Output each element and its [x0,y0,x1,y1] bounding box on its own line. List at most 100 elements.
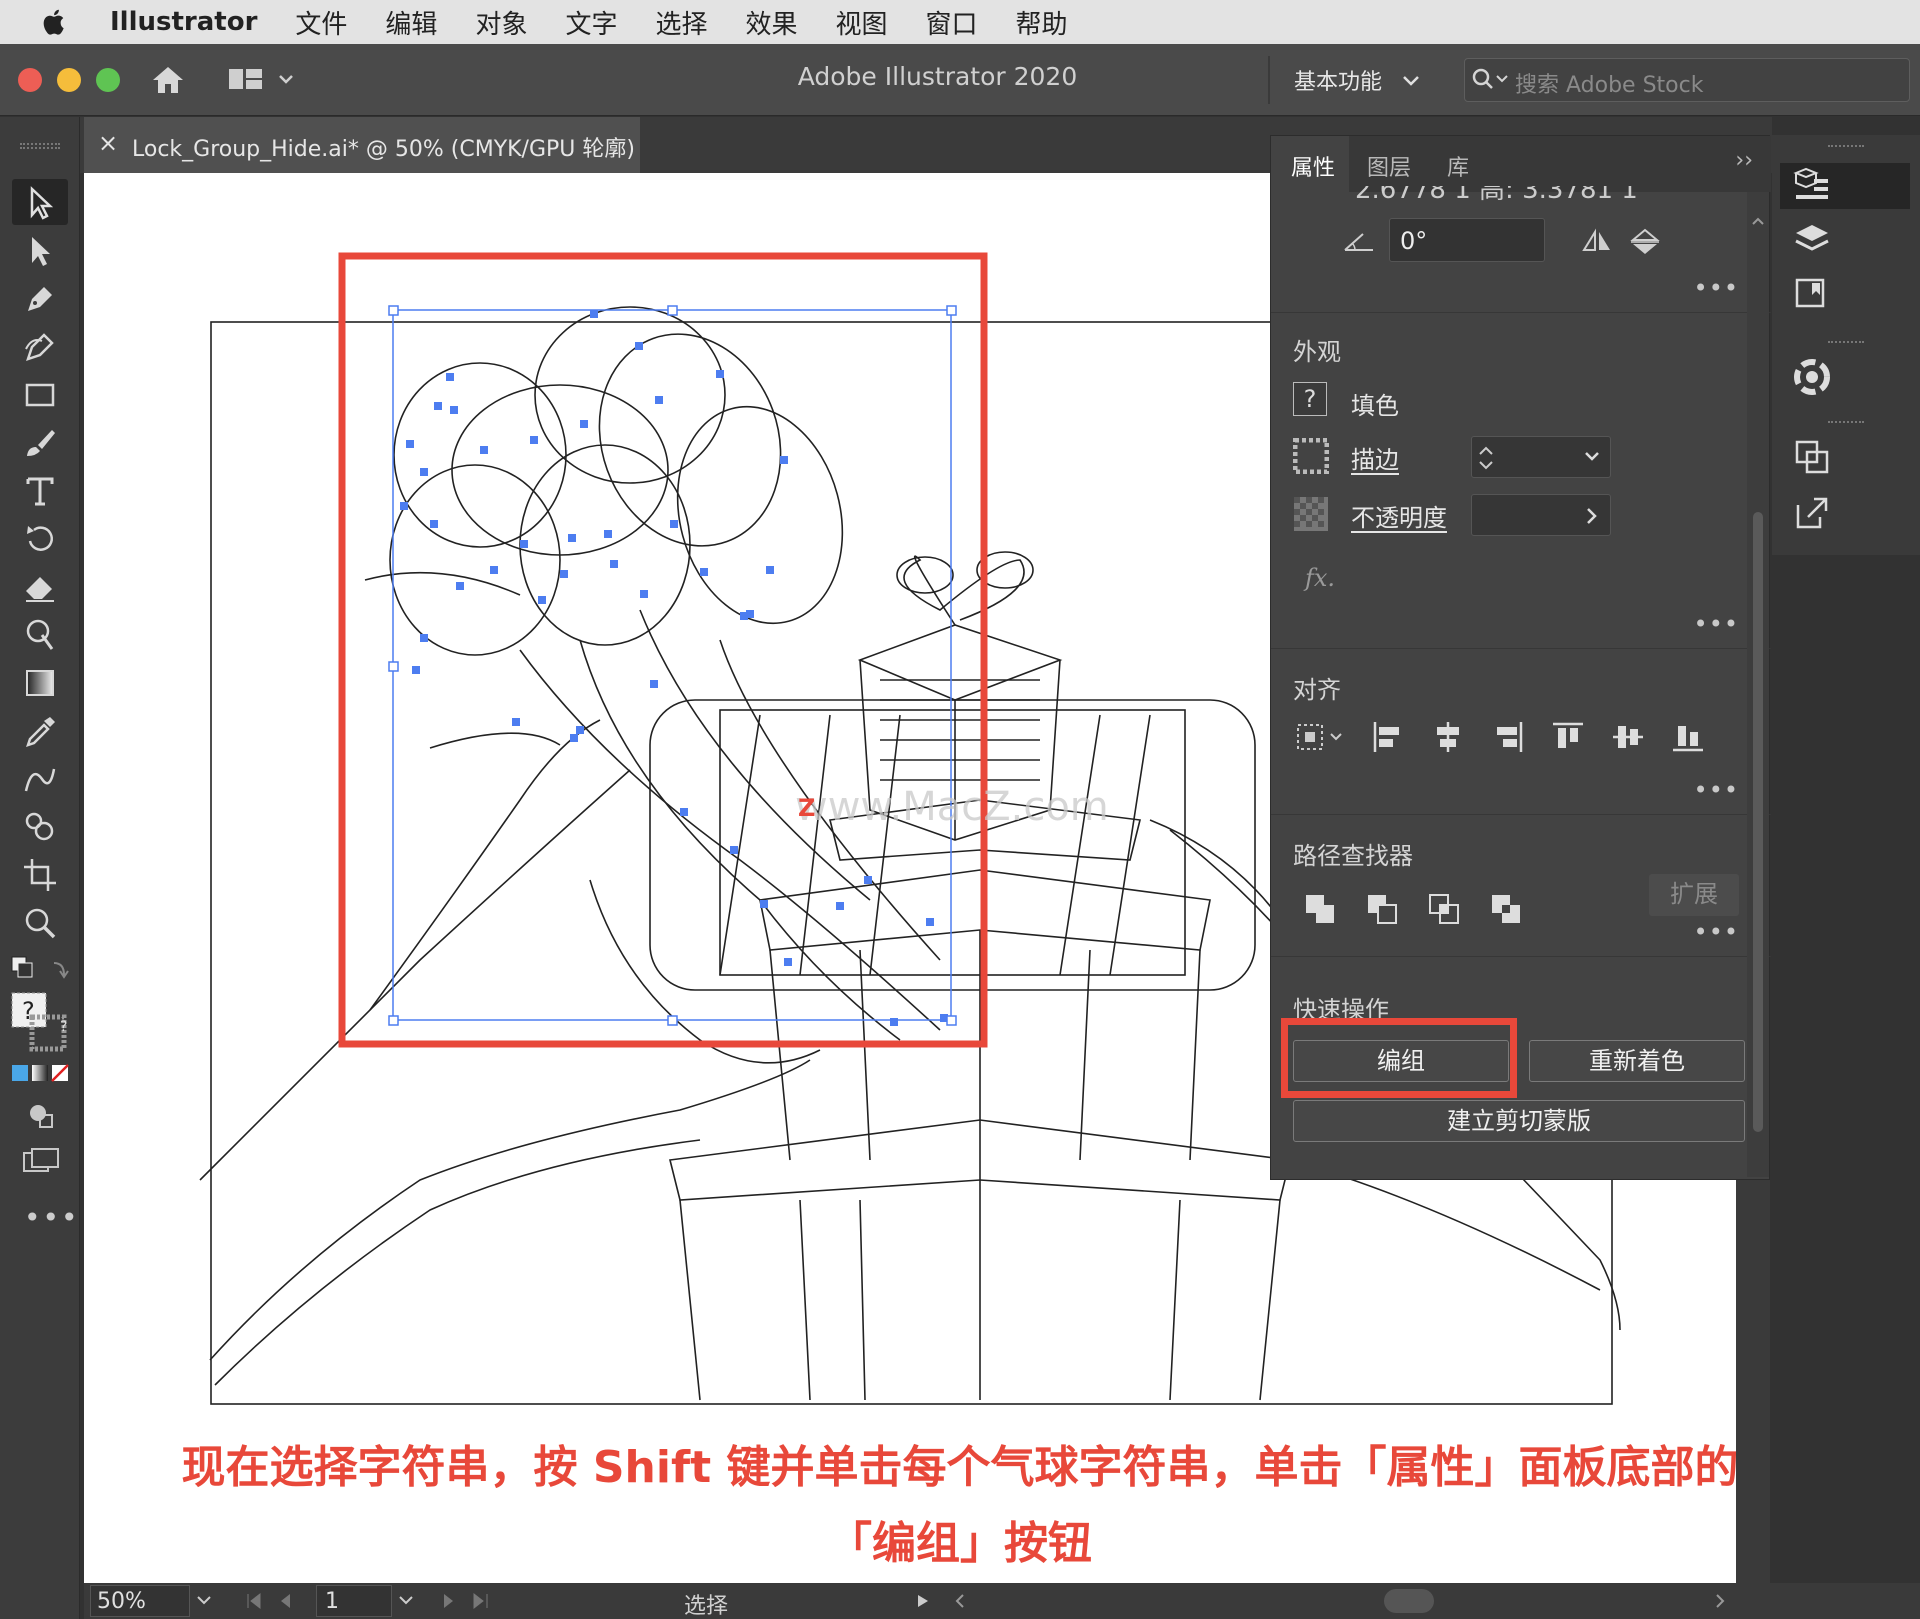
appearance-more-options[interactable]: ••• [1694,610,1739,638]
align-vertical-center-icon[interactable] [1611,720,1645,754]
chevron-down-icon[interactable] [1584,451,1600,463]
opacity-field[interactable] [1471,494,1611,536]
align-right-icon[interactable] [1491,720,1525,754]
eraser-tool-icon[interactable] [22,569,58,605]
tab-properties[interactable]: 属性 [1291,150,1335,182]
stroke-label[interactable]: 描边 [1351,440,1399,475]
rotate-tool-icon[interactable] [22,521,58,557]
fx-button[interactable]: fx. [1305,564,1335,592]
properties-icon[interactable] [1792,167,1832,205]
adobe-stock-search[interactable]: 搜索 Adobe Stock [1464,58,1910,102]
fill-swatch[interactable]: ? [1293,382,1327,416]
align-more-options[interactable]: ••• [1694,776,1739,804]
pathfinder-more-options[interactable]: ••• [1694,918,1739,946]
recolor-button[interactable]: 重新着色 [1529,1040,1745,1082]
scroll-right-icon[interactable] [1714,1593,1726,1609]
chevron-down-icon[interactable] [398,1595,414,1607]
color-wheel-icon[interactable] [1792,357,1832,397]
warp-tool-icon[interactable] [22,617,58,653]
expand-button[interactable]: 扩展 [1649,874,1739,916]
exclude-icon[interactable] [1489,892,1523,926]
selection-tool-icon[interactable] [22,185,58,221]
opacity-checker-icon[interactable] [1293,496,1329,532]
chevron-down-icon[interactable] [1402,74,1420,88]
document-tab[interactable]: × Lock_Group_Hide.ai* @ 50% (CMYK/GPU 轮廓… [84,117,640,173]
angle-dropdown-box[interactable] [1499,218,1545,262]
apple-icon[interactable] [40,7,70,37]
chevron-down-icon[interactable] [196,1595,212,1607]
chevron-right-icon[interactable] [1586,507,1598,525]
symbol-sprayer-tool-icon[interactable] [22,809,58,845]
menu-edit[interactable]: 编辑 [385,4,437,41]
panel-scroll-thumb[interactable] [1753,512,1763,1132]
angle-field[interactable]: 0° [1389,218,1539,262]
close-tab-button[interactable]: × [98,129,118,157]
horizontal-scroll-thumb[interactable] [1384,1589,1434,1613]
transform-panel-icon[interactable] [1794,439,1830,475]
align-bottom-icon[interactable] [1671,720,1705,754]
type-tool-icon[interactable] [22,473,58,509]
more-tools-icon[interactable]: ••• [24,1201,80,1234]
menu-effect[interactable]: 效果 [745,4,797,41]
flip-vertical-icon[interactable] [1629,228,1661,256]
zoom-field[interactable]: 50% [90,1585,190,1617]
dock-grip[interactable] [1828,421,1864,427]
menu-window[interactable]: 窗口 [926,4,978,41]
menu-app-name[interactable]: Illustrator [110,7,257,37]
minus-front-icon[interactable] [1365,892,1399,926]
intersect-icon[interactable] [1427,892,1461,926]
dock-grip[interactable] [1828,341,1864,347]
align-top-icon[interactable] [1551,720,1585,754]
menu-help[interactable]: 帮助 [1016,4,1068,41]
stroke-swatch-icon[interactable] [1293,438,1329,474]
first-artboard-icon[interactable] [244,1591,314,1611]
tab-layers[interactable]: 图层 [1367,150,1411,182]
align-to-icon[interactable] [1295,722,1347,752]
stroke-weight-field[interactable] [1471,436,1611,478]
play-icon[interactable] [916,1593,930,1609]
menu-view[interactable]: 视图 [836,4,888,41]
menu-file[interactable]: 文件 [295,4,347,41]
workspace-switcher[interactable]: 基本功能 [1294,64,1382,96]
menu-object[interactable]: 对象 [475,4,527,41]
app-header: Adobe Illustrator 2020 基本功能 搜索 Adobe Sto… [0,44,1920,116]
panel-scrollbar[interactable] [1747,192,1769,1177]
curvature-tool-icon[interactable] [22,329,58,365]
align-horizontal-center-icon[interactable] [1431,720,1465,754]
artboard-field[interactable]: 1 [316,1585,392,1617]
export-icon[interactable] [1794,495,1830,531]
eyedropper-tool-icon[interactable] [22,713,58,749]
artboard-tool-icon[interactable] [22,857,58,893]
pen-tool-icon[interactable] [22,281,58,317]
make-clipping-mask-button[interactable]: 建立剪切蒙版 [1293,1100,1745,1142]
layers-icon[interactable] [1794,223,1830,257]
draw-mode-icon[interactable] [26,1101,56,1131]
gradient-tool-icon[interactable] [22,665,58,701]
stepper-arrows-icon[interactable] [1476,443,1496,473]
watermark-text: www.MacZ.com [795,784,1109,830]
unite-icon[interactable] [1303,892,1337,926]
tab-libraries[interactable]: 库 [1447,150,1469,182]
toolbar-grip[interactable] [20,143,60,149]
scroll-up-icon[interactable] [1751,216,1765,226]
swap-colors-icon[interactable] [10,955,72,985]
screen-mode-icon[interactable] [22,1147,60,1177]
menu-type[interactable]: 文字 [565,4,617,41]
last-artboard-icon[interactable] [440,1591,510,1611]
color-mode-icons[interactable] [12,1063,70,1083]
rectangle-tool-icon[interactable] [22,377,58,413]
fill-stroke-icon[interactable]: ?? [10,991,72,1059]
align-left-icon[interactable] [1371,720,1405,754]
paintbrush-tool-icon[interactable] [22,425,58,461]
scroll-left-icon[interactable] [954,1593,966,1609]
opacity-label[interactable]: 不透明度 [1351,498,1447,533]
panel-menu-icon[interactable]: ›› [1735,148,1753,173]
transform-more-options[interactable]: ••• [1694,274,1739,302]
blend-tool-icon[interactable] [22,761,58,797]
dock-grip[interactable] [1828,145,1864,151]
direct-selection-tool-icon[interactable] [22,233,58,269]
flip-horizontal-icon[interactable] [1581,228,1613,256]
libraries-icon[interactable] [1794,277,1830,311]
menu-select[interactable]: 选择 [655,4,707,41]
zoom-tool-icon[interactable] [22,905,58,941]
